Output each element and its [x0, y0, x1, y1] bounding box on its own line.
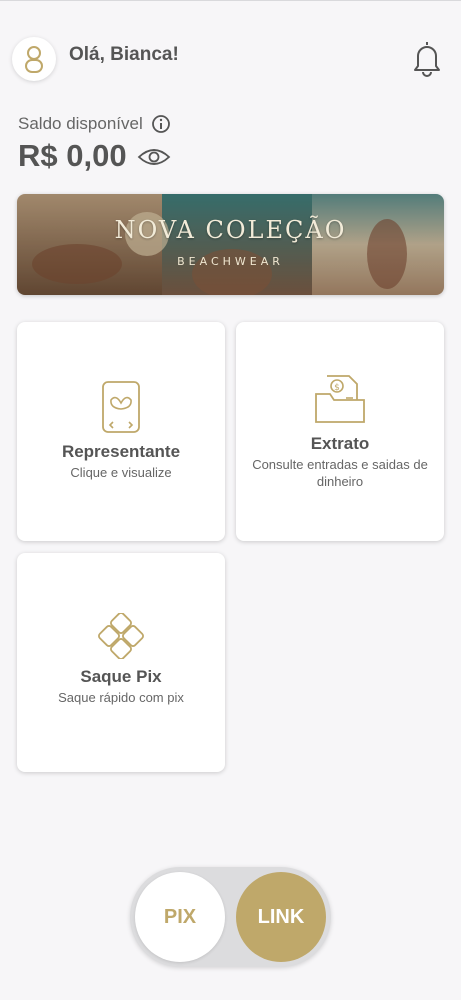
info-icon[interactable]: [151, 114, 171, 134]
saque-pix-title: Saque Pix: [80, 667, 162, 686]
representante-title: Representante: [61, 442, 181, 461]
saque-pix-subtitle: Saque rápido com pix: [58, 690, 184, 705]
beach-photo-image: [17, 194, 444, 295]
balance-value-row: R$ 0,00: [18, 138, 171, 174]
collection-banner[interactable]: NOVA COLEÇÃO BEACHWEAR: [17, 194, 444, 295]
balance-label-row: Saldo disponível: [18, 114, 171, 134]
balance-label: Saldo disponível: [18, 114, 143, 133]
extrato-card[interactable]: $ Extrato Consulte entradas e saidas de …: [236, 322, 444, 541]
banner-title: NOVA COLEÇÃO: [114, 216, 347, 244]
extrato-title: Extrato: [310, 434, 370, 453]
link-toggle-button[interactable]: LINK: [236, 872, 326, 962]
pix-link-toggle[interactable]: PIX LINK: [130, 867, 331, 967]
saque-pix-card[interactable]: Saque Pix Saque rápido com pix: [17, 553, 225, 772]
notification-bell-icon[interactable]: [408, 38, 446, 78]
avatar[interactable]: [12, 37, 56, 81]
user-icon: [25, 46, 43, 73]
folder-document-icon: $: [315, 375, 365, 423]
balance-value: R$ 0,00: [18, 138, 127, 173]
greeting-text: Olá, Bianca!: [69, 44, 179, 65]
extrato-subtitle: Consulte entradas e saidas de dinheiro: [252, 457, 428, 489]
top-divider: [0, 0, 461, 1]
pix-icon: [98, 613, 144, 659]
svg-text:$: $: [334, 383, 340, 393]
eye-icon[interactable]: [137, 146, 171, 168]
representante-card[interactable]: Representante Clique e visualize: [17, 322, 225, 541]
phone-bra-icon: [102, 381, 140, 433]
representante-subtitle: Clique e visualize: [70, 465, 172, 480]
pix-toggle-button[interactable]: PIX: [135, 872, 225, 962]
banner-subtitle: BEACHWEAR: [177, 255, 284, 268]
